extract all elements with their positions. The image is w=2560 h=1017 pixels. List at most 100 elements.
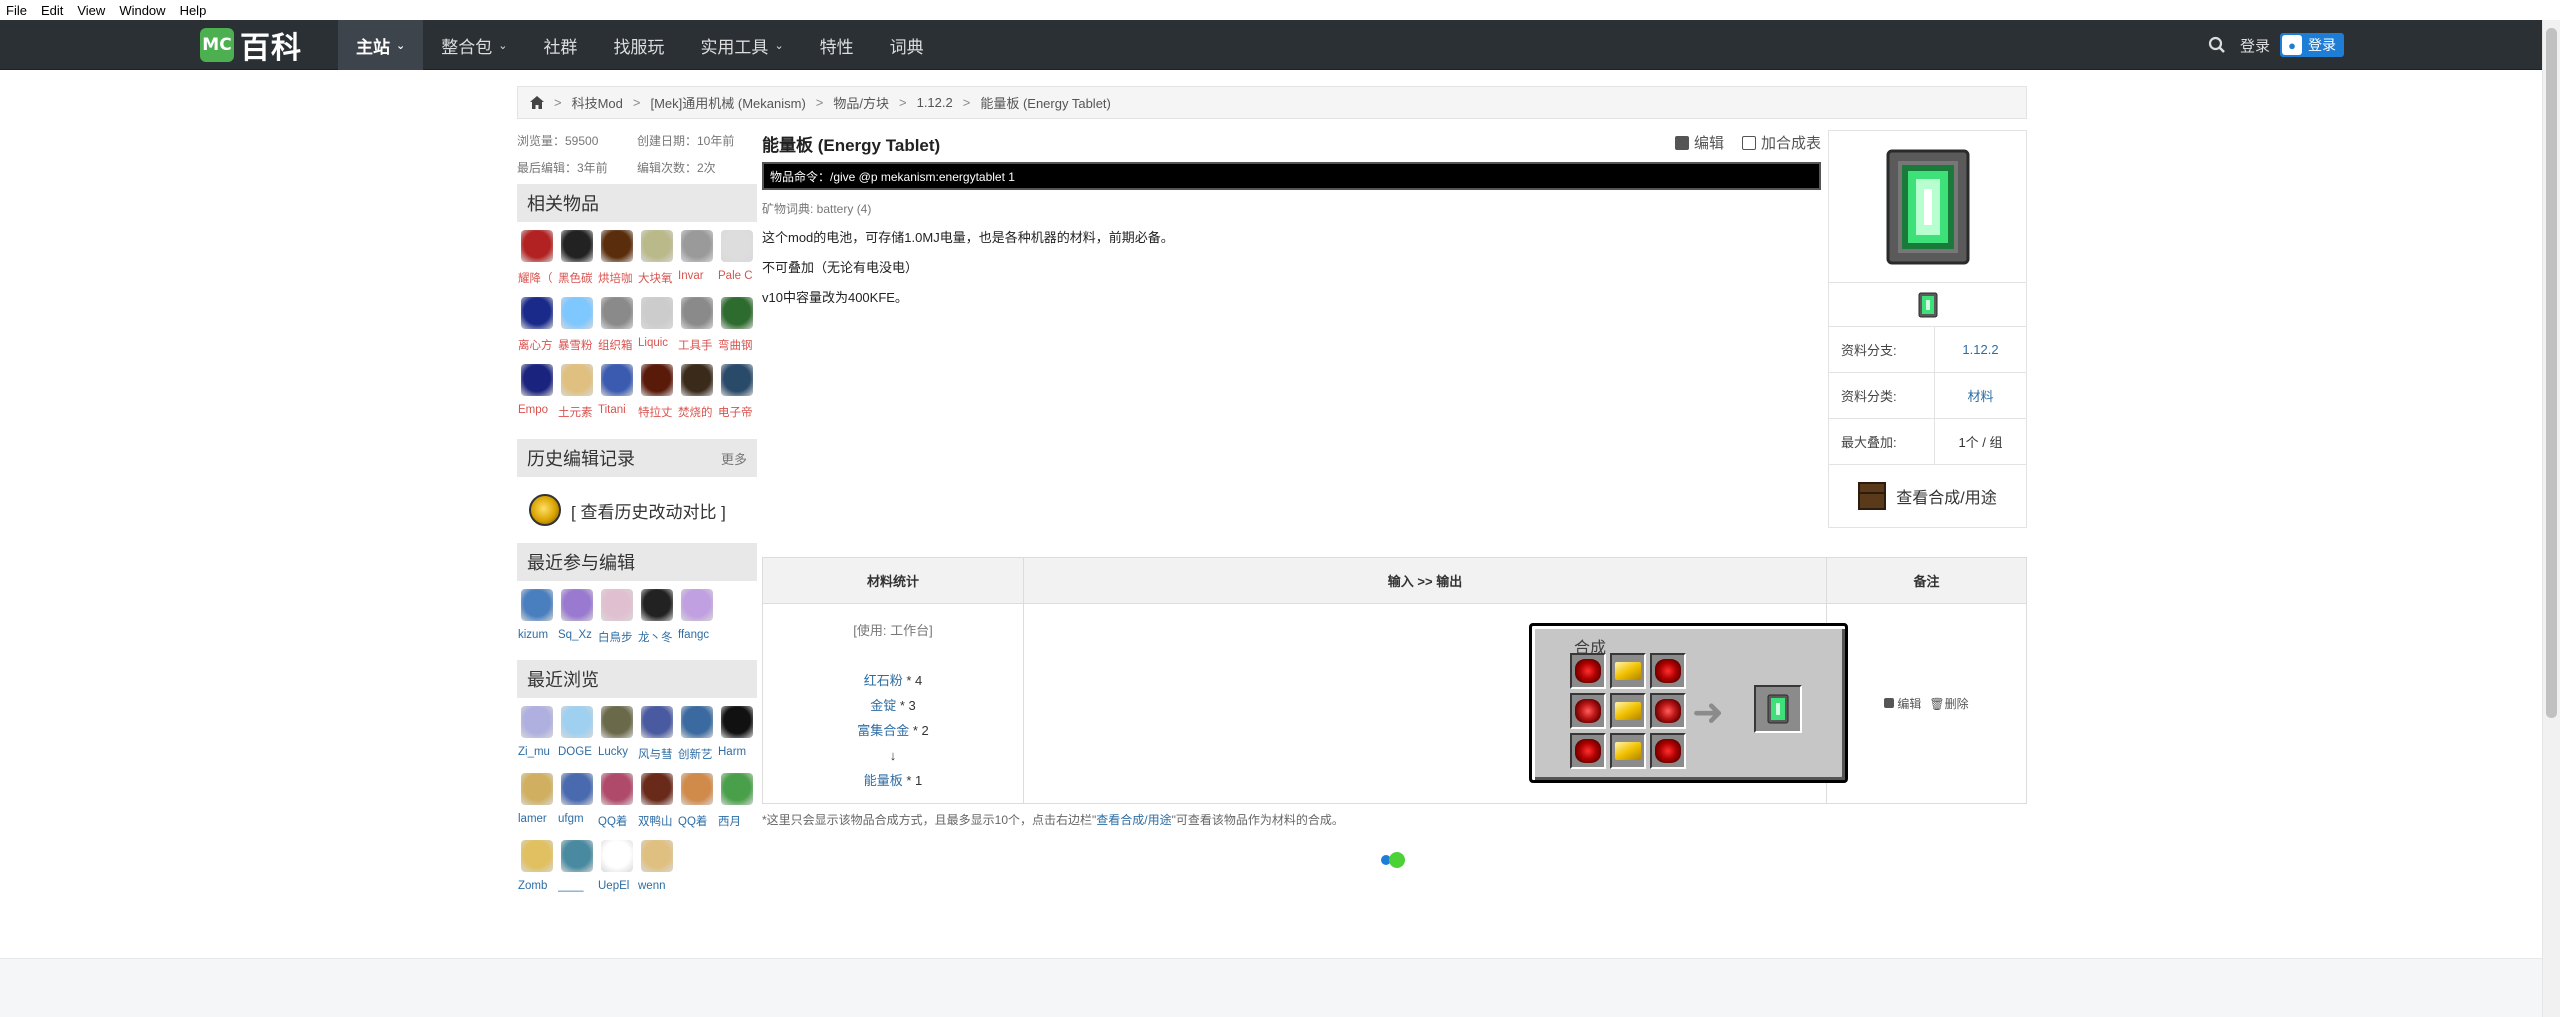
footnote-link[interactable]: 查看合成/用途 xyxy=(1096,813,1171,827)
nav-servers[interactable]: 找服玩 xyxy=(595,20,682,70)
grid-item[interactable]: 组织箱 xyxy=(597,295,637,362)
info-value-link[interactable]: 1.12.2 xyxy=(1962,342,1998,357)
breadcrumb-item[interactable]: [Mek]通用机械 (Mekanism) xyxy=(650,93,805,112)
home-icon[interactable] xyxy=(530,96,544,109)
page-footer xyxy=(0,958,2542,1017)
grid-item[interactable]: kizum xyxy=(517,587,557,654)
nav-modpacks[interactable]: 整合包 ⌄ xyxy=(423,20,525,70)
note-edit-button[interactable]: 编辑 xyxy=(1884,695,1921,712)
item-thumbnail xyxy=(521,297,553,329)
grid-item[interactable]: 耀降（ xyxy=(517,228,557,295)
grid-item[interactable]: Zi_mu xyxy=(517,704,557,771)
view-recipe-button[interactable]: 查看合成/用途 xyxy=(1829,465,2026,527)
qq-login-button[interactable]: ● 登录 xyxy=(2280,33,2345,57)
grid-item[interactable]: 特拉丈 xyxy=(637,362,677,429)
add-recipe-button[interactable]: 加合成表 xyxy=(1741,132,1821,153)
grid-item[interactable]: 风与彗 xyxy=(637,704,677,771)
material-link[interactable]: 富集合金 xyxy=(857,723,909,738)
grid-item[interactable]: DOGE xyxy=(557,704,597,771)
material-link[interactable]: 红石粉 xyxy=(864,673,903,688)
vertical-scrollbar[interactable] xyxy=(2542,20,2560,1017)
search-icon[interactable] xyxy=(2208,36,2226,54)
menu-window[interactable]: Window xyxy=(119,3,165,18)
io-cell: 合成 ➜ xyxy=(1024,604,1848,803)
grid-item[interactable]: ufgm xyxy=(557,771,597,838)
item-label: 焚烧的 xyxy=(678,407,713,419)
menu-help[interactable]: Help xyxy=(180,3,207,18)
grid-item[interactable]: Pale C xyxy=(717,228,757,295)
crafting-slot-gold[interactable] xyxy=(1610,733,1646,769)
material-line: 红石粉 * 4 xyxy=(763,668,1023,693)
grid-item[interactable]: 西月 xyxy=(717,771,757,838)
menu-view[interactable]: View xyxy=(77,3,105,18)
crafting-slot-alloy[interactable] xyxy=(1650,693,1686,729)
grid-item[interactable]: 焚烧的 xyxy=(677,362,717,429)
grid-item[interactable]: ____ xyxy=(557,838,597,905)
panel-title: 相关物品 xyxy=(527,194,599,214)
info-value[interactable]: 1.12.2 xyxy=(1934,326,2026,373)
menu-edit[interactable]: Edit xyxy=(41,3,63,18)
chevron-down-icon: ⌄ xyxy=(774,39,784,52)
breadcrumb-item[interactable]: 1.12.2 xyxy=(917,95,953,110)
give-command[interactable]: 物品命令：/give @p mekanism:energytablet 1 xyxy=(762,162,1821,190)
grid-item[interactable]: 土元素 xyxy=(557,362,597,429)
grid-item[interactable]: Invar xyxy=(677,228,717,295)
energy-tablet-small-icon xyxy=(1918,292,1937,317)
grid-item[interactable]: wenn xyxy=(637,838,677,905)
nav-label: 找服玩 xyxy=(613,37,665,57)
grid-item[interactable]: 龙丶冬 xyxy=(637,587,677,654)
crafting-slot-redstone[interactable] xyxy=(1570,733,1606,769)
grid-item[interactable]: Liquic xyxy=(637,295,677,362)
grid-item[interactable]: QQ着 xyxy=(677,771,717,838)
gold-icon xyxy=(1615,662,1641,680)
grid-item[interactable]: Sq_Xz xyxy=(557,587,597,654)
grid-item[interactable]: 电子帝 xyxy=(717,362,757,429)
grid-item[interactable]: Zomb xyxy=(517,838,557,905)
item-label: 耀降（ xyxy=(518,273,553,285)
grid-item[interactable]: 双鸭山 xyxy=(637,771,677,838)
output-link[interactable]: 能量板 xyxy=(864,773,903,788)
grid-item[interactable]: 弯曲钢 xyxy=(717,295,757,362)
grid-item[interactable]: Harm xyxy=(717,704,757,771)
grid-item[interactable]: 黑色碳 xyxy=(557,228,597,295)
login-link[interactable]: 登录 xyxy=(2240,35,2270,56)
grid-item[interactable]: 白鳥步 xyxy=(597,587,637,654)
edit-button[interactable]: 编辑 xyxy=(1674,132,1724,153)
grid-item[interactable]: 创新艺 xyxy=(677,704,717,771)
grid-item[interactable]: 工具手 xyxy=(677,295,717,362)
material-link[interactable]: 金锭 xyxy=(870,698,896,713)
info-value-link[interactable]: 材料 xyxy=(1967,386,1993,405)
nav-dictionary[interactable]: 词典 xyxy=(872,20,942,70)
grid-item[interactable]: Lucky xyxy=(597,704,637,771)
breadcrumb-item[interactable]: 物品/方块 xyxy=(833,93,889,112)
crafting-slot-redstone[interactable] xyxy=(1570,653,1606,689)
nav-tools[interactable]: 实用工具 ⌄ xyxy=(682,20,801,70)
grid-item[interactable]: Empo xyxy=(517,362,557,429)
crafting-slot-gold[interactable] xyxy=(1610,693,1646,729)
grid-item[interactable]: ffangc xyxy=(677,587,717,654)
grid-item[interactable]: Titani xyxy=(597,362,637,429)
site-logo[interactable]: MC 百科 xyxy=(200,27,302,65)
crafting-slot-redstone[interactable] xyxy=(1650,733,1686,769)
grid-item[interactable]: 暴雪粉 xyxy=(557,295,597,362)
nav-features[interactable]: 特性 xyxy=(802,20,872,70)
grid-item[interactable]: 大块氧 xyxy=(637,228,677,295)
grid-item[interactable]: lamer xyxy=(517,771,557,838)
grid-item[interactable]: 烘培咖 xyxy=(597,228,637,295)
history-more-link[interactable]: 更多 xyxy=(721,449,747,468)
crafting-slot-alloy[interactable] xyxy=(1570,693,1606,729)
nav-main-site[interactable]: 主站 ⌄ xyxy=(338,20,424,70)
menu-file[interactable]: File xyxy=(6,3,27,18)
grid-item[interactable]: 离心方 xyxy=(517,295,557,362)
nav-community[interactable]: 社群 xyxy=(525,20,595,70)
history-compare-link[interactable]: [ 查看历史改动对比 ] xyxy=(517,477,757,543)
output-slot[interactable] xyxy=(1754,685,1802,733)
note-delete-button[interactable]: 🗑删除 xyxy=(1929,695,1968,712)
scrollbar-thumb[interactable] xyxy=(2546,28,2557,718)
info-value[interactable]: 材料 xyxy=(1934,372,2026,419)
crafting-slot-gold[interactable] xyxy=(1610,653,1646,689)
breadcrumb-item[interactable]: 科技Mod xyxy=(572,93,623,112)
crafting-slot-redstone[interactable] xyxy=(1650,653,1686,689)
grid-item[interactable]: QQ着 xyxy=(597,771,637,838)
grid-item[interactable]: UepEl xyxy=(597,838,637,905)
